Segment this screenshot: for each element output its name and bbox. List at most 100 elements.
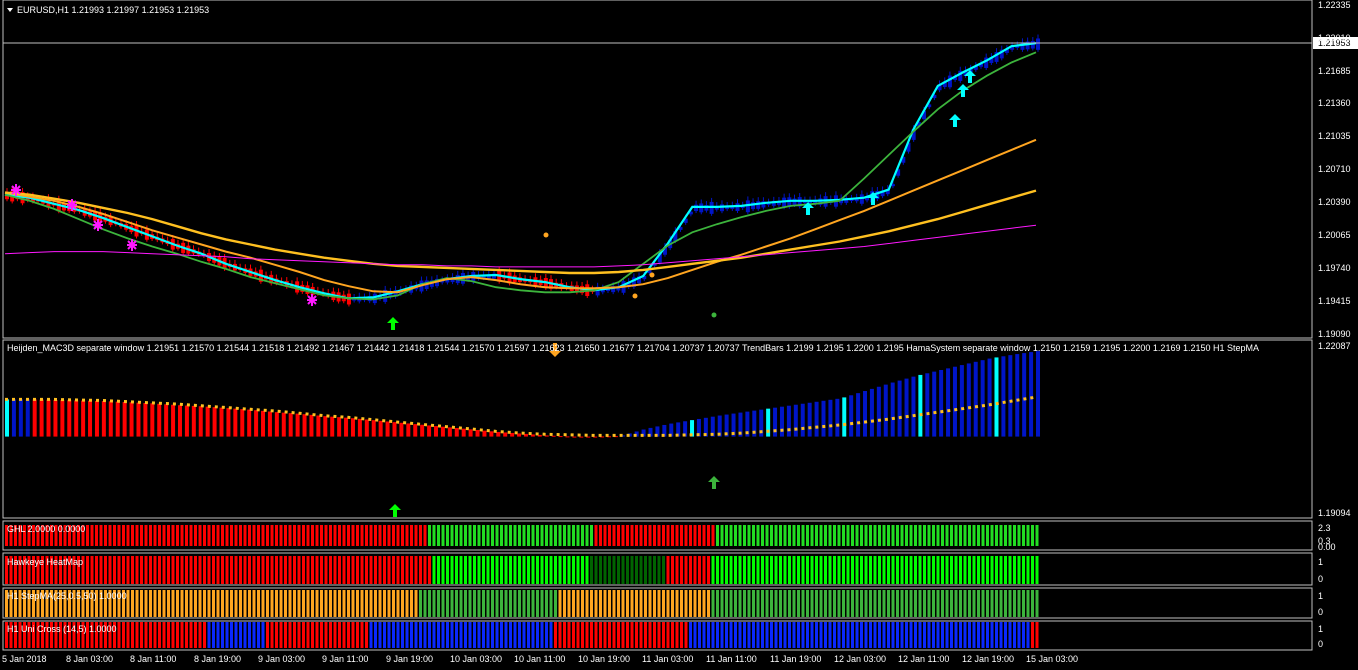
time-tick: 11 Jan 19:00 <box>770 654 821 664</box>
price-tick: 1.19090 <box>1318 329 1351 339</box>
ghl-bar <box>1004 525 1007 546</box>
heatmap-bar <box>756 556 760 584</box>
macd-bar <box>81 400 86 437</box>
macd-bar <box>987 358 992 437</box>
stepma-bar <box>149 590 152 617</box>
ghl-bar <box>581 525 584 546</box>
stepma-bar <box>1035 590 1039 617</box>
star-marker-icon <box>93 219 103 231</box>
unicross-bar <box>356 622 359 648</box>
stepma-bar <box>531 590 535 617</box>
ghl-bar <box>369 525 373 546</box>
unicross-bar <box>743 622 746 648</box>
heatmap-bar <box>167 556 170 584</box>
stepma-bar <box>1013 590 1016 617</box>
stepma-bar <box>423 590 427 617</box>
stepma-bar <box>266 590 269 617</box>
stepma-bar <box>824 590 827 617</box>
heatmap-bar <box>801 556 805 584</box>
ghl-bar <box>477 525 481 546</box>
unicross-bar <box>747 622 751 648</box>
unicross-bar <box>720 622 724 648</box>
ghl-bar <box>828 525 832 546</box>
stepma-bar <box>833 590 836 617</box>
heatmap-bar <box>918 556 922 584</box>
stepma-bar <box>549 590 553 617</box>
macd-bar <box>261 410 266 437</box>
macd-bar <box>337 417 342 437</box>
macd-bar <box>11 399 16 437</box>
ghl-bar <box>117 525 121 546</box>
heatmap-bar <box>927 556 931 584</box>
heatmap-bar <box>441 556 445 584</box>
ghl-bar <box>968 525 971 546</box>
stepma-bar <box>230 590 233 617</box>
heatmap-bar <box>230 556 233 584</box>
unicross-bar <box>675 622 679 648</box>
unicross-bar <box>968 622 971 648</box>
ghl-bar <box>626 525 629 546</box>
macd-bar <box>330 416 335 437</box>
unicross-bar <box>266 622 269 648</box>
ghl-bar <box>239 525 242 546</box>
heatmap-bar <box>180 556 184 584</box>
heatmap-bar <box>612 556 616 584</box>
macd-bar <box>786 405 791 437</box>
heatmap-bar <box>203 556 206 584</box>
macd-bar <box>288 413 293 437</box>
unicross-bar <box>657 622 661 648</box>
unicross-bar <box>320 622 323 648</box>
heatmap-bar <box>581 556 584 584</box>
macd-bar <box>344 417 349 437</box>
unicross-bar <box>302 622 305 648</box>
ghl-bar <box>743 525 746 546</box>
unicross-bar <box>801 622 805 648</box>
heatmap-bar <box>477 556 481 584</box>
stepma-bar <box>486 590 490 617</box>
price-tick: 1.20065 <box>1318 230 1351 240</box>
ghl-bar <box>167 525 170 546</box>
stepma-bar <box>180 590 184 617</box>
ghl-bar <box>675 525 679 546</box>
heatmap-bar <box>531 556 535 584</box>
heatmap-bar <box>126 556 130 584</box>
ghl-bar <box>351 525 355 546</box>
heatmap-bar <box>225 556 229 584</box>
stepma-bar <box>365 590 368 617</box>
unicross-bar <box>1013 622 1016 648</box>
ghl-bar <box>90 525 94 546</box>
macd-bar <box>835 398 840 437</box>
heatmap-tick: 1 <box>1318 557 1323 567</box>
unicross-bar <box>680 622 683 648</box>
unicross-bar <box>711 622 715 648</box>
heatmap-bar <box>648 556 652 584</box>
stepma-bar <box>603 590 607 617</box>
heatmap-bar <box>216 556 220 584</box>
macd-header: Heijden_MAC3D separate window 1.21951 1.… <box>7 343 1259 353</box>
macd-bar <box>136 402 141 437</box>
stepma-bar <box>216 590 220 617</box>
ghl-bar <box>729 525 733 546</box>
ghl-bar <box>693 525 697 546</box>
signal-dot <box>632 293 638 299</box>
stepma-bar <box>941 590 944 617</box>
heatmap-bar <box>810 556 814 584</box>
stepma-bar <box>491 590 494 617</box>
unicross-bar <box>671 622 674 648</box>
ghl-bar <box>936 525 940 546</box>
unicross-bar <box>360 622 364 648</box>
main-panel[interactable] <box>2 0 1313 339</box>
stepma-bar <box>482 590 485 617</box>
macd-bar <box>1022 353 1027 437</box>
unicross-bar <box>284 622 287 648</box>
ghl-bar <box>594 525 598 546</box>
unicross-bar <box>995 622 998 648</box>
ghl-bar <box>428 525 431 546</box>
unicross-bar <box>774 622 778 648</box>
unicross-bar <box>342 622 346 648</box>
stepma-bar <box>612 590 616 617</box>
ghl-bar <box>329 525 332 546</box>
macd-bar <box>558 436 563 438</box>
unicross-bar <box>725 622 728 648</box>
unicross-bar <box>396 622 400 648</box>
